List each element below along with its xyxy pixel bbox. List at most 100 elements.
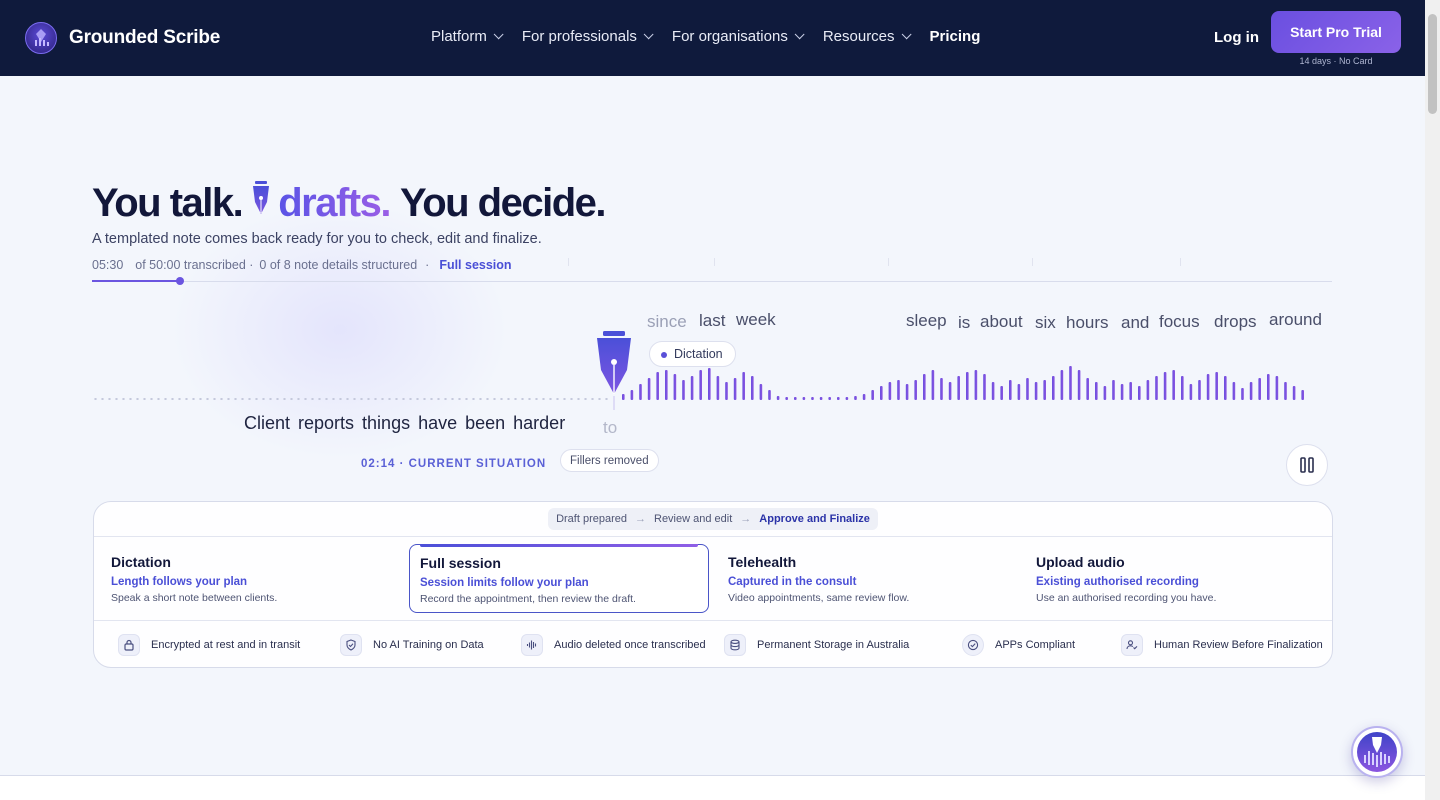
progress-time: 05:30 [92,258,124,272]
hero-headline: You talk. drafts. You decide. [92,180,607,226]
live-word: is [958,313,971,332]
menu-platform[interactable]: Platform [431,28,504,45]
mode-title: Upload audio [1036,554,1125,570]
waveform-bar [647,378,651,400]
live-word: drops [1214,312,1257,331]
menu-label: Resources [822,28,895,45]
progress-track[interactable] [92,281,1332,282]
badge-encrypted: Encrypted at rest and in transit [118,634,300,656]
waveform-bar [1189,384,1193,400]
waveform-bar [1198,380,1201,400]
waveform-bar [1241,388,1244,400]
waveform-bar [733,378,737,400]
menu-for-professionals[interactable]: For professionals [522,28,654,45]
live-word: about [980,312,1023,331]
assistant-launcher-button[interactable] [1351,726,1403,778]
step-review: Review and edit [654,513,733,525]
mode-description: Use an authorised recording you have. [1036,592,1217,604]
badge-audio-deleted: Audio deleted once transcribed [521,634,706,656]
waveform-bar [622,394,625,400]
badge-label: Audio deleted once transcribed [554,639,706,651]
waveform-bar [1249,382,1253,400]
live-word: sleep [906,311,947,330]
progress-handle[interactable] [176,277,184,285]
waveform-bar [1095,382,1098,400]
pause-button[interactable] [1286,444,1328,486]
mode-options: Dictation Length follows your plan Speak… [94,538,1332,621]
badge-human-review: Human Review Before Finalization [1121,634,1323,656]
waveform-bar [828,397,831,400]
waveform-bar [1284,382,1287,400]
menu-resources[interactable]: Resources [822,28,912,45]
waveform-bar [1267,374,1270,400]
mode-telehealth[interactable]: Telehealth Captured in the consult Video… [718,544,1018,613]
mode-description: Speak a short note between clients. [111,592,278,604]
waveform-bar [682,380,685,400]
waveform-bar [1052,376,1055,400]
waveform-bar [802,397,806,400]
waveform-bar [751,376,754,400]
badge-label: Human Review Before Finalization [1154,639,1323,651]
page-scrollbar[interactable] [1425,0,1440,800]
mode-subtitle: Captured in the consult [728,576,857,588]
mode-full-session[interactable]: Full session Session limits follow your … [409,544,709,613]
step-approve: Approve and Finalize [759,513,870,525]
mode-dictation[interactable]: Dictation Length follows your plan Speak… [101,544,401,613]
menu-for-organisations[interactable]: For organisations [671,28,805,45]
progress-sep: · [425,258,430,272]
main-menu: Platform For professionals For organisat… [431,28,1002,45]
user-check-icon [1121,634,1143,656]
waveform-bar [880,386,883,400]
waveform-bar [923,374,926,400]
waveform-bar [897,380,900,400]
timeline-tick [1032,258,1033,266]
live-word: week [736,310,776,329]
brand-name: Grounded Scribe [69,27,221,48]
waveform-bar [1163,372,1167,400]
mode-card: Draft prepared → Review and edit → Appro… [93,501,1333,668]
mode-subtitle: Session limits follow your plan [420,577,589,589]
menu-pricing[interactable]: Pricing [930,28,981,45]
live-word: since [647,312,687,331]
waveform-bar [914,380,917,400]
waveform-bar [1120,384,1124,400]
headline-part-2: You decide. [399,180,607,225]
menu-label: For organisations [671,28,788,45]
mode-upload-audio[interactable]: Upload audio Existing authorised recordi… [1026,544,1326,613]
waveform-bar [716,376,720,400]
progress-mode-link[interactable]: Full session [439,258,511,272]
database-icon [724,634,746,656]
start-trial-button[interactable]: Start Pro Trial [1271,11,1401,53]
brand[interactable]: Grounded Scribe [25,22,220,54]
waveform-bar [1224,376,1227,400]
transcript-caption: Client reports things have been harder [244,413,566,433]
headline-accent: drafts. [278,180,391,225]
mode-subtitle: Length follows your plan [111,576,248,588]
chevron-down-icon [493,29,504,40]
badge-label: No AI Training on Data [373,639,484,651]
headline-part-1: You talk. [92,180,244,225]
workflow-steps: Draft prepared → Review and edit → Appro… [548,508,878,530]
transcription-progress: 05:30 of 50:00 transcribed · 0 of 8 note… [92,258,512,272]
badge-label: APPs Compliant [995,639,1076,651]
waveform-bar [888,382,892,400]
waveform-bar [1206,374,1210,400]
waveform-bar [742,372,745,400]
transcript-pending-word: to [603,418,618,437]
waveform-bar [948,382,952,400]
scroll-thumb[interactable] [1428,14,1437,114]
waveform-bar [794,397,797,400]
waveform-bar [931,370,935,400]
login-link[interactable]: Log in [1214,29,1259,46]
badge-label: Encrypted at rest and in transit [151,639,301,651]
hero-subhead: A templated note comes back ready for yo… [92,231,542,247]
chevron-down-icon [794,29,805,40]
waveform-bar [1103,386,1107,400]
next-section-edge [0,776,1425,800]
waveform-bar [871,390,874,400]
trust-badges: Encrypted at rest and in transit No AI T… [94,620,1332,668]
brand-pen-icon [1357,732,1397,772]
waveform-bar [1258,378,1261,400]
waveform-bar [1172,370,1175,400]
waveform-bar [785,397,788,400]
